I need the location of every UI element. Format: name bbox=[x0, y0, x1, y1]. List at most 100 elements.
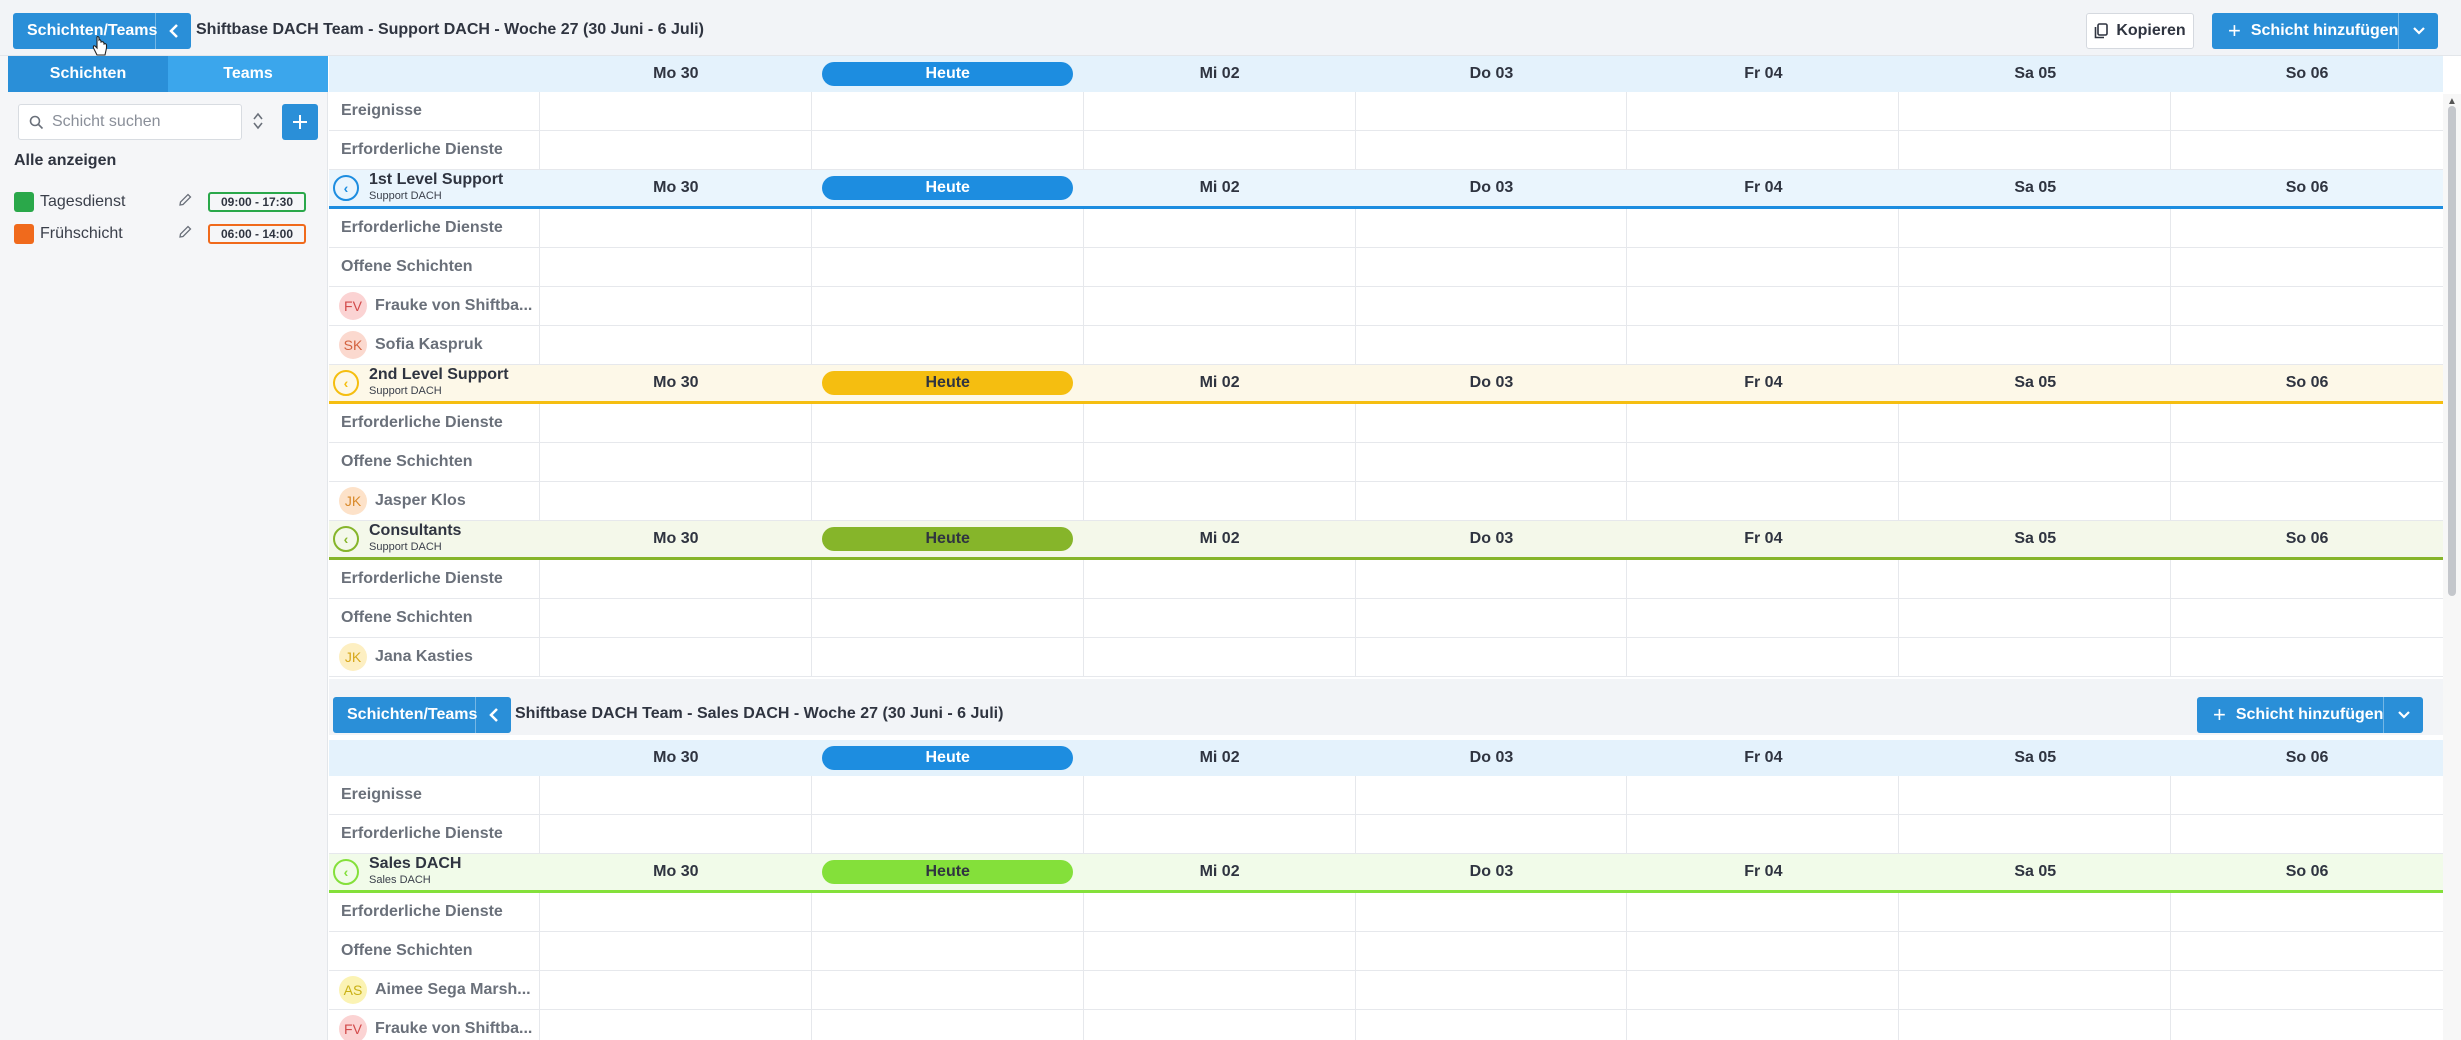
grid-cell[interactable] bbox=[1084, 248, 1356, 286]
grid-cell[interactable] bbox=[1899, 560, 2172, 598]
grid-cell[interactable] bbox=[1899, 1010, 2172, 1040]
grid-cell[interactable] bbox=[1627, 287, 1900, 325]
grid-cell[interactable] bbox=[1627, 776, 1900, 814]
grid-cell[interactable] bbox=[540, 131, 812, 169]
grid-cell[interactable] bbox=[540, 971, 812, 1009]
grid-cell[interactable] bbox=[2171, 776, 2443, 814]
chevron-left-icon[interactable]: ‹ bbox=[333, 526, 359, 552]
grid-cell[interactable] bbox=[540, 443, 812, 481]
grid-cell[interactable] bbox=[540, 776, 812, 814]
grid-cell[interactable] bbox=[540, 404, 812, 442]
grid-cell[interactable] bbox=[540, 326, 812, 364]
grid-cell[interactable] bbox=[1899, 248, 2172, 286]
grid-cell[interactable] bbox=[1627, 560, 1900, 598]
shift-search-input[interactable]: Schicht suchen bbox=[18, 104, 242, 140]
grid-cell[interactable] bbox=[1627, 248, 1900, 286]
grid-cell[interactable] bbox=[1356, 131, 1628, 169]
grid-cell[interactable] bbox=[1084, 815, 1356, 853]
grid-cell[interactable] bbox=[1899, 326, 2172, 364]
employee-label[interactable]: JK Jana Kasties bbox=[329, 638, 540, 676]
grid-cell[interactable] bbox=[1899, 638, 2172, 676]
scrollbar-thumb[interactable] bbox=[2448, 106, 2456, 596]
grid-cell[interactable] bbox=[540, 287, 812, 325]
shift-type-fruehschicht[interactable]: Frühschicht 06:00 - 14:00 bbox=[14, 222, 320, 246]
chevron-left-icon[interactable]: ‹ bbox=[333, 175, 359, 201]
grid-cell[interactable] bbox=[1899, 404, 2172, 442]
grid-cell[interactable] bbox=[1899, 443, 2172, 481]
employee-label[interactable]: FV Frauke von Shiftba... bbox=[329, 1010, 540, 1040]
grid-cell[interactable] bbox=[1627, 893, 1900, 931]
grid-cell[interactable] bbox=[1084, 131, 1356, 169]
chevron-down-icon[interactable] bbox=[2383, 697, 2423, 733]
grid-cell[interactable] bbox=[812, 326, 1084, 364]
grid-cell[interactable] bbox=[1627, 404, 1900, 442]
grid-cell[interactable] bbox=[812, 932, 1084, 970]
grid-cell[interactable] bbox=[2171, 893, 2443, 931]
show-all-link[interactable]: Alle anzeigen bbox=[14, 152, 116, 170]
grid-cell[interactable] bbox=[1084, 482, 1356, 520]
shift-type-tagesdienst[interactable]: Tagesdienst 09:00 - 17:30 bbox=[14, 190, 320, 214]
grid-cell[interactable] bbox=[1627, 326, 1900, 364]
grid-cell[interactable] bbox=[1899, 92, 2172, 130]
grid-cell[interactable] bbox=[540, 815, 812, 853]
grid-cell[interactable] bbox=[1899, 815, 2172, 853]
grid-cell[interactable] bbox=[540, 209, 812, 247]
breadcrumb-button[interactable]: Schichten/Teams bbox=[333, 697, 511, 733]
grid-cell[interactable] bbox=[812, 971, 1084, 1009]
grid-cell[interactable] bbox=[1627, 443, 1900, 481]
grid-cell[interactable] bbox=[2171, 1010, 2443, 1040]
grid-cell[interactable] bbox=[2171, 638, 2443, 676]
employee-label[interactable]: JK Jasper Klos bbox=[329, 482, 540, 520]
grid-cell[interactable] bbox=[812, 287, 1084, 325]
grid-cell[interactable] bbox=[1084, 209, 1356, 247]
grid-cell[interactable] bbox=[1356, 287, 1628, 325]
grid-cell[interactable] bbox=[2171, 131, 2443, 169]
grid-cell[interactable] bbox=[812, 599, 1084, 637]
grid-cell[interactable] bbox=[1627, 92, 1900, 130]
tab-schichten[interactable]: Schichten bbox=[8, 56, 168, 92]
grid-cell[interactable] bbox=[540, 893, 812, 931]
grid-cell[interactable] bbox=[1356, 971, 1628, 1009]
grid-cell[interactable] bbox=[2171, 287, 2443, 325]
grid-cell[interactable] bbox=[540, 638, 812, 676]
grid-cell[interactable] bbox=[1627, 599, 1900, 637]
grid-cell[interactable] bbox=[1084, 287, 1356, 325]
grid-cell[interactable] bbox=[540, 599, 812, 637]
employee-label[interactable]: AS Aimee Sega Marsh... bbox=[329, 971, 540, 1009]
grid-cell[interactable] bbox=[1356, 893, 1628, 931]
employee-label[interactable]: SK Sofia Kaspruk bbox=[329, 326, 540, 364]
grid-cell[interactable] bbox=[2171, 560, 2443, 598]
grid-cell[interactable] bbox=[1627, 131, 1900, 169]
grid-cell[interactable] bbox=[1084, 1010, 1356, 1040]
grid-cell[interactable] bbox=[1899, 776, 2172, 814]
grid-cell[interactable] bbox=[1084, 893, 1356, 931]
tab-teams[interactable]: Teams bbox=[168, 56, 328, 92]
grid-cell[interactable] bbox=[1899, 131, 2172, 169]
grid-cell[interactable] bbox=[1084, 92, 1356, 130]
grid-cell[interactable] bbox=[812, 1010, 1084, 1040]
grid-cell[interactable] bbox=[1899, 893, 2172, 931]
chevron-left-icon[interactable]: ‹ bbox=[333, 370, 359, 396]
grid-cell[interactable] bbox=[1356, 932, 1628, 970]
grid-cell[interactable] bbox=[812, 893, 1084, 931]
grid-cell[interactable] bbox=[1356, 92, 1628, 130]
grid-cell[interactable] bbox=[540, 248, 812, 286]
grid-cell[interactable] bbox=[2171, 326, 2443, 364]
grid-cell[interactable] bbox=[2171, 971, 2443, 1009]
pencil-icon[interactable] bbox=[178, 225, 192, 244]
grid-cell[interactable] bbox=[2171, 932, 2443, 970]
grid-cell[interactable] bbox=[1356, 404, 1628, 442]
grid-cell[interactable] bbox=[1356, 560, 1628, 598]
grid-cell[interactable] bbox=[2171, 482, 2443, 520]
grid-cell[interactable] bbox=[1356, 599, 1628, 637]
grid-cell[interactable] bbox=[1084, 443, 1356, 481]
grid-cell[interactable] bbox=[2171, 209, 2443, 247]
grid-cell[interactable] bbox=[2171, 92, 2443, 130]
grid-cell[interactable] bbox=[2171, 443, 2443, 481]
vertical-scrollbar[interactable]: ▲ bbox=[2443, 94, 2461, 1040]
grid-cell[interactable] bbox=[1627, 1010, 1900, 1040]
grid-cell[interactable] bbox=[812, 92, 1084, 130]
grid-cell[interactable] bbox=[1356, 1010, 1628, 1040]
pencil-icon[interactable] bbox=[178, 193, 192, 212]
grid-cell[interactable] bbox=[1627, 932, 1900, 970]
